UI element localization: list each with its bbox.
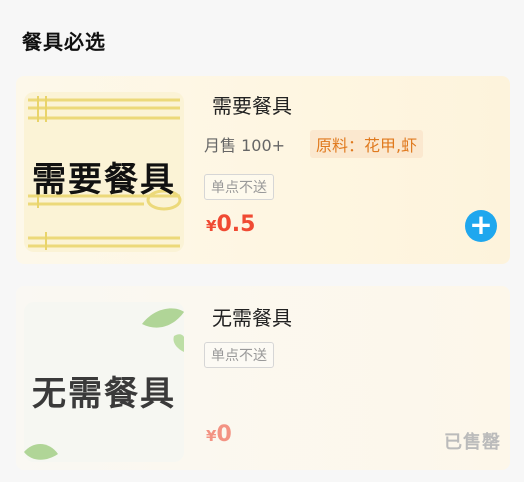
product-name: 无需餐具 xyxy=(212,306,292,330)
product-image-text: 无需餐具 xyxy=(32,374,176,414)
product-name: 需要餐具 xyxy=(212,94,292,118)
monthly-sales: 月售 100+ xyxy=(204,136,286,155)
ingredients-badge: 原料：花甲,虾 xyxy=(310,130,424,158)
single-order-not-delivered-tag: 单点不送 xyxy=(204,342,274,368)
product-card-no-utensils[interactable]: 无需餐具 无需餐具 单点不送 ¥0 已售罄 xyxy=(16,286,510,470)
product-image[interactable]: 无需餐具 xyxy=(24,302,184,462)
sold-out-label: 已售罄 xyxy=(444,432,501,453)
currency-symbol: ¥ xyxy=(206,427,217,445)
price: ¥0.5 xyxy=(206,212,255,237)
price-value: 0.5 xyxy=(216,212,256,237)
product-card-need-utensils[interactable]: 需要餐具 需要餐具 月售 100+ 原料：花甲,虾 单点不送 ¥0.5 + xyxy=(16,76,510,264)
currency-symbol: ¥ xyxy=(206,217,217,235)
product-image[interactable]: 需要餐具 xyxy=(24,92,184,252)
add-to-cart-button[interactable]: + xyxy=(465,210,497,242)
product-image-text: 需要餐具 xyxy=(32,160,176,200)
price: ¥0 xyxy=(206,422,232,447)
price-value: 0 xyxy=(216,422,232,447)
single-order-not-delivered-tag: 单点不送 xyxy=(204,174,274,200)
section-title: 餐具必选 xyxy=(22,30,106,54)
